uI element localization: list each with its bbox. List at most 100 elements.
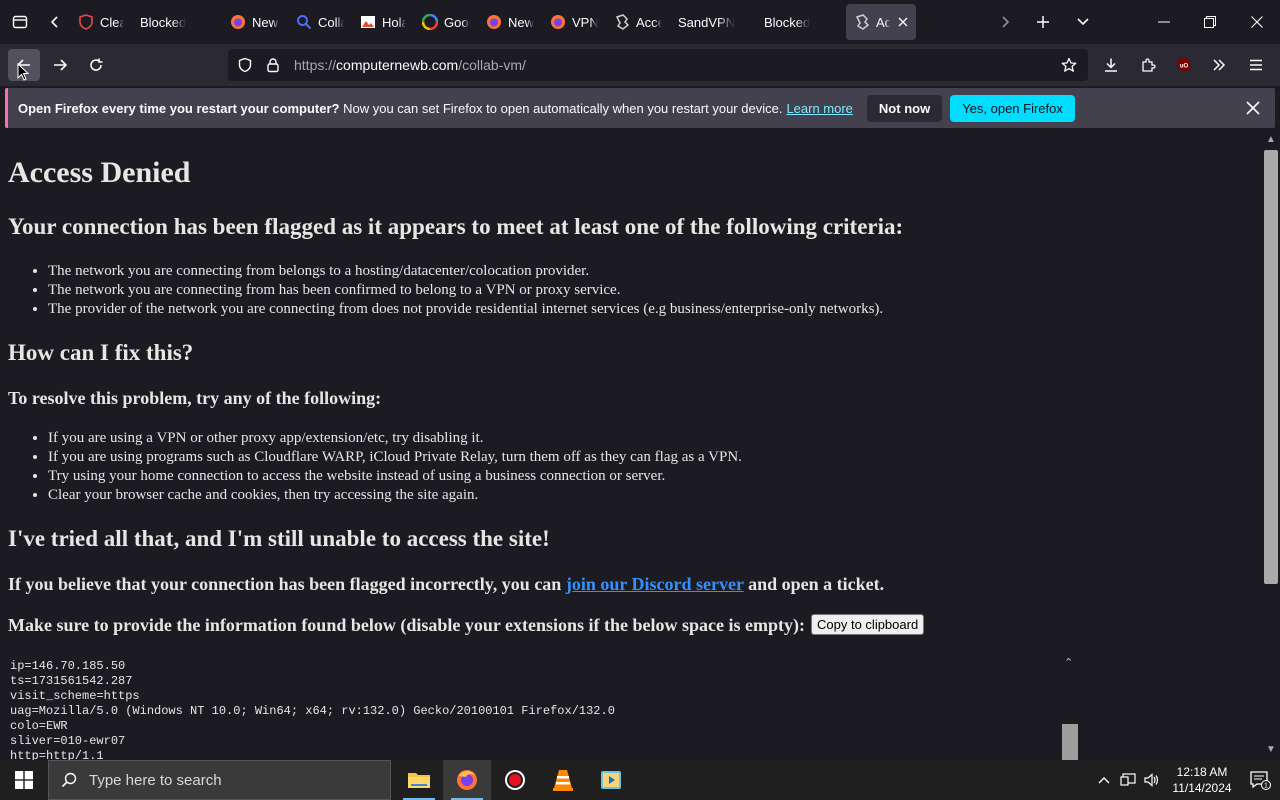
info-line: ip=146.70.185.50 (10, 659, 126, 673)
search-icon (49, 772, 89, 788)
tab-8[interactable]: Acce (606, 4, 670, 40)
forward-button[interactable] (44, 49, 76, 81)
windows-logo-icon (15, 771, 33, 789)
tracking-protection-shield-icon[interactable] (234, 57, 256, 73)
tab-overview-icon[interactable] (0, 0, 40, 44)
page-scrollbar[interactable]: ▲ ▼ (1262, 134, 1280, 760)
tab-6[interactable]: New T (478, 4, 542, 40)
notification-message: Open Firefox every time you restart your… (18, 101, 782, 116)
scroll-up-arrow-icon[interactable]: ⌃ (1064, 656, 1073, 669)
yes-open-firefox-button[interactable]: Yes, open Firefox (950, 94, 1075, 122)
shield-icon (78, 14, 94, 30)
tab-9[interactable]: SandVPN (670, 4, 756, 40)
tab-3[interactable]: Colla (288, 4, 352, 40)
clock-date: 11/14/2024 (1172, 781, 1232, 795)
provide-info-paragraph: Make sure to provide the information fou… (8, 614, 925, 636)
diagnostic-info-box[interactable]: ip=146.70.185.50 ts=1731561542.287 visit_s… (0, 654, 1080, 760)
info-box-scroll-thumb[interactable] (1062, 724, 1078, 760)
tab-7[interactable]: VPN - (542, 4, 606, 40)
tab-5[interactable]: Goog (414, 4, 478, 40)
page-scroll-up-icon[interactable]: ▲ (1266, 134, 1276, 145)
close-tab-icon[interactable] (898, 15, 908, 30)
extensions-puzzle-icon[interactable] (1130, 44, 1166, 86)
taskbar-search-box[interactable]: Type here to search (48, 760, 391, 800)
minimize-window-button[interactable] (1141, 0, 1187, 44)
fix-item: If you are using a VPN or other proxy ap… (48, 429, 742, 448)
resolve-intro: To resolve this problem, try any of the … (8, 388, 382, 408)
tab-2[interactable]: New T (222, 4, 288, 40)
url-scheme: https:// (294, 57, 337, 73)
restore-window-button[interactable] (1187, 0, 1233, 44)
copy-to-clipboard-button[interactable]: Copy to clipboard (811, 614, 925, 635)
firefox-taskbar-icon[interactable] (443, 760, 491, 800)
windows-start-button[interactable] (0, 760, 48, 800)
url-text[interactable]: https://computernewb.com/collab-vm/ (294, 57, 526, 73)
image-icon (360, 14, 376, 30)
svg-text:uO: uO (1180, 64, 1189, 70)
navigation-toolbar: https://computernewb.com/collab-vm/ uO (0, 44, 1280, 86)
info-line: http=http/1.1 (10, 749, 104, 760)
info-box-scrollbar[interactable]: ⌃ (1062, 654, 1078, 760)
discord-server-link[interactable]: join our Discord server (566, 574, 744, 594)
more-tools-chevron-icon[interactable] (1201, 44, 1237, 86)
firefox-icon (550, 14, 566, 30)
tab-1[interactable]: Blocked (132, 4, 222, 40)
tab-title: Acce (636, 14, 662, 30)
vlc-taskbar-icon[interactable] (539, 760, 587, 800)
flagged-heading: Your connection has been flagged as it a… (8, 214, 904, 239)
not-now-button[interactable]: Not now (866, 94, 943, 122)
reload-icon (90, 58, 103, 71)
lock-icon[interactable] (262, 57, 284, 73)
app-menu-hamburger-icon[interactable] (1238, 44, 1274, 86)
show-hidden-icons-chevron-icon[interactable] (1092, 776, 1116, 784)
url-host: computernewb.com (336, 57, 459, 73)
scroll-tabs-right-icon[interactable] (990, 0, 1020, 44)
page-scroll-thumb[interactable] (1264, 150, 1278, 584)
fix-list: If you are using a VPN or other proxy ap… (48, 429, 742, 505)
tab-title: SandVPN (678, 14, 736, 30)
close-window-button[interactable] (1234, 0, 1280, 44)
windows-taskbar: Type here to search 12:18 AM 11/14/2024 … (0, 760, 1280, 800)
scroll-tabs-left-icon[interactable] (40, 0, 70, 44)
info-line: ts=1731561542.287 (10, 674, 133, 688)
tab-title: Clear (100, 14, 124, 30)
list-all-tabs-icon[interactable] (1060, 0, 1106, 44)
bookmark-star-icon[interactable] (1054, 49, 1084, 81)
file-explorer-taskbar-icon[interactable] (395, 760, 443, 800)
tab-title: Colla (318, 14, 344, 30)
tab-title: New T (252, 14, 280, 30)
page-content: Access Denied Your connection has been f… (0, 134, 1262, 760)
system-clock[interactable]: 12:18 AM 11/14/2024 (1164, 764, 1240, 796)
ublock-origin-icon[interactable]: uO (1166, 44, 1202, 86)
info-line: uag=Mozilla/5.0 (Windows NT 10.0; Win64;… (10, 704, 615, 718)
info-line: visit_scheme=https (10, 689, 140, 703)
learn-more-link[interactable]: Learn more (786, 101, 852, 116)
volume-speaker-icon[interactable] (1140, 773, 1164, 787)
notification-count: 1 (1264, 783, 1268, 790)
provide-info-text: Make sure to provide the information fou… (8, 615, 806, 635)
criteria-item: The network you are connecting from belo… (48, 262, 883, 281)
action-center-icon[interactable]: 1 (1240, 770, 1280, 790)
network-icon[interactable] (1116, 773, 1140, 787)
close-notification-icon[interactable] (1241, 96, 1265, 120)
downloads-icon[interactable] (1093, 44, 1129, 86)
tab-4[interactable]: Hola (352, 4, 414, 40)
tab-11[interactable]: Ac (846, 4, 916, 40)
tab-title: Blocked (764, 14, 811, 30)
tab-title: Ac (876, 14, 890, 30)
page-scroll-down-icon[interactable]: ▼ (1266, 744, 1276, 755)
stamp-icon (854, 14, 870, 30)
tab-title: VPN - (572, 14, 598, 30)
url-bar[interactable]: https://computernewb.com/collab-vm/ (228, 49, 1088, 81)
notification-bold-text: Open Firefox every time you restart your… (18, 100, 340, 116)
url-path: /collab-vm/ (458, 57, 526, 73)
tab-0[interactable]: Clear (70, 4, 132, 40)
screen-recorder-taskbar-icon[interactable] (491, 760, 539, 800)
tab-10[interactable]: Blocked (756, 4, 842, 40)
forward-arrow-icon (54, 59, 68, 71)
media-player-taskbar-icon[interactable] (587, 760, 635, 800)
search-placeholder: Type here to search (89, 771, 222, 789)
google-icon (422, 14, 438, 30)
default-browser-notification-bar: Open Firefox every time you restart your… (5, 88, 1275, 128)
reload-button[interactable] (80, 49, 112, 81)
